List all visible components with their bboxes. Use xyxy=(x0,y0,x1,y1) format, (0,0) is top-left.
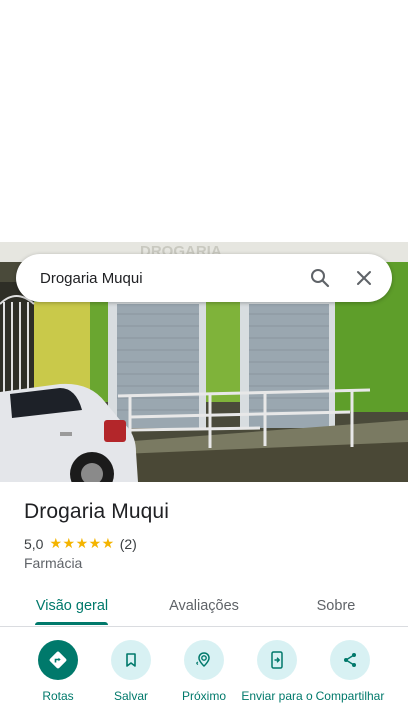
directions-label: Rotas xyxy=(42,689,74,703)
save-button[interactable]: Salvar xyxy=(91,640,171,704)
map-blank-area xyxy=(0,0,408,242)
rating-row[interactable]: 5,0 ★★★★★ (2) xyxy=(24,535,137,552)
share-label: Compartilhar xyxy=(315,689,385,703)
save-label: Salvar xyxy=(113,689,148,703)
directions-button[interactable]: Rotas xyxy=(18,640,98,704)
rating-value: 5,0 xyxy=(24,535,44,552)
nearby-label: Próximo xyxy=(181,689,226,703)
place-tabs: Visão geral Avaliações Sobre xyxy=(0,586,408,627)
place-category[interactable]: Farmácia xyxy=(24,555,82,571)
action-bar: Rotas Salvar Próximo Enviar para o Compa… xyxy=(0,640,408,724)
star-rating-icon: ★★★★★ xyxy=(49,535,115,551)
directions-icon xyxy=(38,640,78,680)
search-bar[interactable]: Drogaria Muqui xyxy=(16,254,392,302)
send-to-phone-icon xyxy=(257,640,297,680)
send-to-phone-label: Enviar para o xyxy=(241,689,313,703)
share-icon xyxy=(330,640,370,680)
tab-about[interactable]: Sobre xyxy=(284,586,388,626)
send-to-phone-button[interactable]: Enviar para o xyxy=(237,640,317,704)
review-count[interactable]: (2) xyxy=(120,536,137,552)
tab-reviews[interactable]: Avaliações xyxy=(152,586,256,626)
close-icon[interactable] xyxy=(352,266,376,290)
share-button[interactable]: Compartilhar xyxy=(310,640,390,704)
place-title: Drogaria Muqui xyxy=(24,500,169,523)
nearby-button[interactable]: Próximo xyxy=(164,640,244,704)
tab-overview[interactable]: Visão geral xyxy=(20,586,124,626)
search-icon[interactable] xyxy=(308,266,332,290)
bookmark-icon xyxy=(111,640,151,680)
nearby-icon xyxy=(184,640,224,680)
active-tab-indicator xyxy=(35,622,108,625)
search-input[interactable]: Drogaria Muqui xyxy=(40,270,308,287)
